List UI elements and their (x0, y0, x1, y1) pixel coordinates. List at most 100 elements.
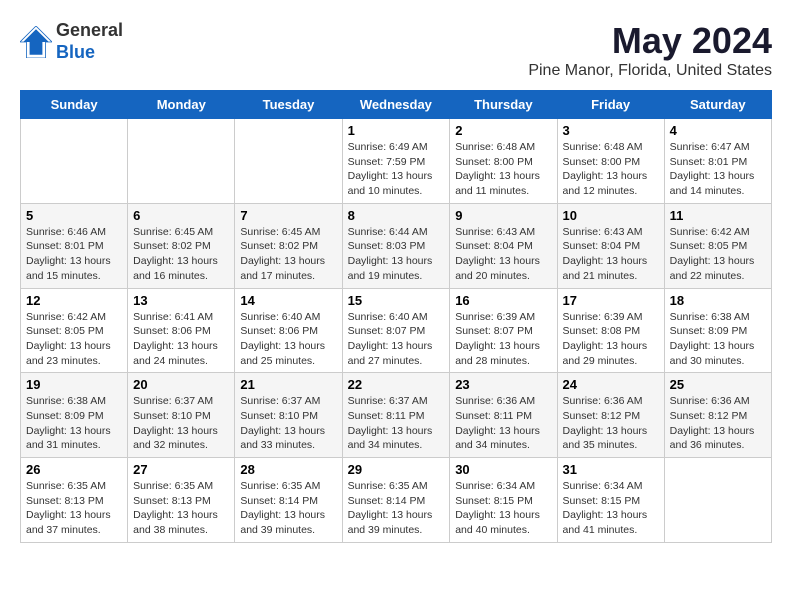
subtitle: Pine Manor, Florida, United States (528, 62, 772, 80)
calendar: SundayMondayTuesdayWednesdayThursdayFrid… (20, 90, 772, 543)
cell-date: 14 (240, 293, 336, 308)
cell-date: 25 (670, 377, 766, 392)
cell-date: 20 (133, 377, 229, 392)
calendar-cell: 29 Sunrise: 6:35 AM Sunset: 8:14 PM Dayli… (342, 458, 450, 543)
cell-date: 26 (26, 462, 122, 477)
calendar-cell: 8 Sunrise: 6:44 AM Sunset: 8:03 PM Daylig… (342, 203, 450, 288)
cell-date: 22 (348, 377, 445, 392)
cell-date: 23 (455, 377, 551, 392)
cell-info: Sunrise: 6:38 AM Sunset: 8:09 PM Dayligh… (26, 394, 122, 453)
main-title: May 2024 (528, 20, 772, 62)
calendar-cell: 11Sunrise: 6:42 AM Sunset: 8:05 PM Dayli… (664, 203, 771, 288)
cell-info: Sunrise: 6:41 AM Sunset: 8:06 PM Dayligh… (133, 310, 229, 369)
cell-date: 15 (348, 293, 445, 308)
cell-date: 19 (26, 377, 122, 392)
calendar-cell: 12Sunrise: 6:42 AM Sunset: 8:05 PM Dayli… (21, 288, 128, 373)
logo-icon (20, 26, 52, 58)
header: General Blue May 2024 Pine Manor, Florid… (20, 20, 772, 80)
cell-date: 7 (240, 208, 336, 223)
cell-date: 1 (348, 123, 445, 138)
cell-date: 5 (26, 208, 122, 223)
cell-date: 9 (455, 208, 551, 223)
weekday-header-friday: Friday (557, 91, 664, 119)
calendar-cell: 21Sunrise: 6:37 AM Sunset: 8:10 PM Dayli… (235, 373, 342, 458)
cell-date: 10 (563, 208, 659, 223)
cell-date: 30 (455, 462, 551, 477)
cell-info: Sunrise: 6:44 AM Sunset: 8:03 PM Dayligh… (348, 225, 445, 284)
cell-info: Sunrise: 6:42 AM Sunset: 8:05 PM Dayligh… (670, 225, 766, 284)
calendar-week-5: 26 Sunrise: 6:35 AM Sunset: 8:13 PM Dayli… (21, 458, 772, 543)
calendar-cell: 1 Sunrise: 6:49 AM Sunset: 7:59 PM Daylig… (342, 119, 450, 204)
calendar-cell: 18Sunrise: 6:38 AM Sunset: 8:09 PM Dayli… (664, 288, 771, 373)
logo-general: General (56, 20, 123, 40)
cell-date: 17 (563, 293, 659, 308)
calendar-cell: 23 Sunrise: 6:36 AM Sunset: 8:11 PM Dayli… (450, 373, 557, 458)
cell-info: Sunrise: 6:48 AM Sunset: 8:00 PM Dayligh… (455, 140, 551, 199)
weekday-header-sunday: Sunday (21, 91, 128, 119)
cell-info: Sunrise: 6:35 AM Sunset: 8:14 PM Dayligh… (240, 479, 336, 538)
cell-info: Sunrise: 6:36 AM Sunset: 8:12 PM Dayligh… (670, 394, 766, 453)
calendar-week-3: 12Sunrise: 6:42 AM Sunset: 8:05 PM Dayli… (21, 288, 772, 373)
calendar-week-2: 5 Sunrise: 6:46 AM Sunset: 8:01 PM Daylig… (21, 203, 772, 288)
calendar-cell: 2 Sunrise: 6:48 AM Sunset: 8:00 PM Daylig… (450, 119, 557, 204)
cell-info: Sunrise: 6:36 AM Sunset: 8:11 PM Dayligh… (455, 394, 551, 453)
calendar-cell: 26 Sunrise: 6:35 AM Sunset: 8:13 PM Dayli… (21, 458, 128, 543)
cell-info: Sunrise: 6:49 AM Sunset: 7:59 PM Dayligh… (348, 140, 445, 199)
calendar-cell: 30 Sunrise: 6:34 AM Sunset: 8:15 PM Dayli… (450, 458, 557, 543)
cell-date: 29 (348, 462, 445, 477)
cell-info: Sunrise: 6:39 AM Sunset: 8:08 PM Dayligh… (563, 310, 659, 369)
cell-date: 2 (455, 123, 551, 138)
logo: General Blue (20, 20, 123, 63)
cell-info: Sunrise: 6:42 AM Sunset: 8:05 PM Dayligh… (26, 310, 122, 369)
calendar-cell: 31Sunrise: 6:34 AM Sunset: 8:15 PM Dayli… (557, 458, 664, 543)
cell-date: 27 (133, 462, 229, 477)
calendar-week-1: 1 Sunrise: 6:49 AM Sunset: 7:59 PM Daylig… (21, 119, 772, 204)
calendar-cell: 25 Sunrise: 6:36 AM Sunset: 8:12 PM Dayli… (664, 373, 771, 458)
cell-info: Sunrise: 6:43 AM Sunset: 8:04 PM Dayligh… (455, 225, 551, 284)
calendar-cell: 5 Sunrise: 6:46 AM Sunset: 8:01 PM Daylig… (21, 203, 128, 288)
calendar-cell: 6Sunrise: 6:45 AM Sunset: 8:02 PM Daylig… (128, 203, 235, 288)
calendar-cell (235, 119, 342, 204)
logo-blue: Blue (56, 42, 95, 62)
cell-info: Sunrise: 6:45 AM Sunset: 8:02 PM Dayligh… (240, 225, 336, 284)
calendar-cell: 14Sunrise: 6:40 AM Sunset: 8:06 PM Dayli… (235, 288, 342, 373)
cell-date: 24 (563, 377, 659, 392)
cell-info: Sunrise: 6:36 AM Sunset: 8:12 PM Dayligh… (563, 394, 659, 453)
cell-info: Sunrise: 6:48 AM Sunset: 8:00 PM Dayligh… (563, 140, 659, 199)
cell-info: Sunrise: 6:46 AM Sunset: 8:01 PM Dayligh… (26, 225, 122, 284)
title-area: May 2024 Pine Manor, Florida, United Sta… (528, 20, 772, 80)
cell-info: Sunrise: 6:39 AM Sunset: 8:07 PM Dayligh… (455, 310, 551, 369)
calendar-cell: 15 Sunrise: 6:40 AM Sunset: 8:07 PM Dayli… (342, 288, 450, 373)
calendar-cell: 3Sunrise: 6:48 AM Sunset: 8:00 PM Daylig… (557, 119, 664, 204)
cell-info: Sunrise: 6:37 AM Sunset: 8:11 PM Dayligh… (348, 394, 445, 453)
cell-info: Sunrise: 6:35 AM Sunset: 8:14 PM Dayligh… (348, 479, 445, 538)
weekday-header-monday: Monday (128, 91, 235, 119)
weekday-header-saturday: Saturday (664, 91, 771, 119)
calendar-cell: 7 Sunrise: 6:45 AM Sunset: 8:02 PM Daylig… (235, 203, 342, 288)
cell-date: 8 (348, 208, 445, 223)
cell-info: Sunrise: 6:47 AM Sunset: 8:01 PM Dayligh… (670, 140, 766, 199)
cell-info: Sunrise: 6:40 AM Sunset: 8:07 PM Dayligh… (348, 310, 445, 369)
cell-date: 31 (563, 462, 659, 477)
calendar-cell: 24 Sunrise: 6:36 AM Sunset: 8:12 PM Dayli… (557, 373, 664, 458)
weekday-header-tuesday: Tuesday (235, 91, 342, 119)
calendar-cell: 19 Sunrise: 6:38 AM Sunset: 8:09 PM Dayli… (21, 373, 128, 458)
calendar-week-4: 19 Sunrise: 6:38 AM Sunset: 8:09 PM Dayli… (21, 373, 772, 458)
calendar-cell: 13Sunrise: 6:41 AM Sunset: 8:06 PM Dayli… (128, 288, 235, 373)
cell-info: Sunrise: 6:35 AM Sunset: 8:13 PM Dayligh… (26, 479, 122, 538)
logo-text: General Blue (56, 20, 123, 63)
calendar-cell (128, 119, 235, 204)
cell-info: Sunrise: 6:37 AM Sunset: 8:10 PM Dayligh… (133, 394, 229, 453)
cell-info: Sunrise: 6:34 AM Sunset: 8:15 PM Dayligh… (455, 479, 551, 538)
cell-date: 21 (240, 377, 336, 392)
cell-date: 16 (455, 293, 551, 308)
cell-date: 28 (240, 462, 336, 477)
calendar-cell (664, 458, 771, 543)
cell-info: Sunrise: 6:35 AM Sunset: 8:13 PM Dayligh… (133, 479, 229, 538)
calendar-cell: 22 Sunrise: 6:37 AM Sunset: 8:11 PM Dayli… (342, 373, 450, 458)
calendar-cell: 16 Sunrise: 6:39 AM Sunset: 8:07 PM Dayli… (450, 288, 557, 373)
cell-info: Sunrise: 6:45 AM Sunset: 8:02 PM Dayligh… (133, 225, 229, 284)
weekday-header-row: SundayMondayTuesdayWednesdayThursdayFrid… (21, 91, 772, 119)
calendar-cell: 17 Sunrise: 6:39 AM Sunset: 8:08 PM Dayli… (557, 288, 664, 373)
weekday-header-wednesday: Wednesday (342, 91, 450, 119)
